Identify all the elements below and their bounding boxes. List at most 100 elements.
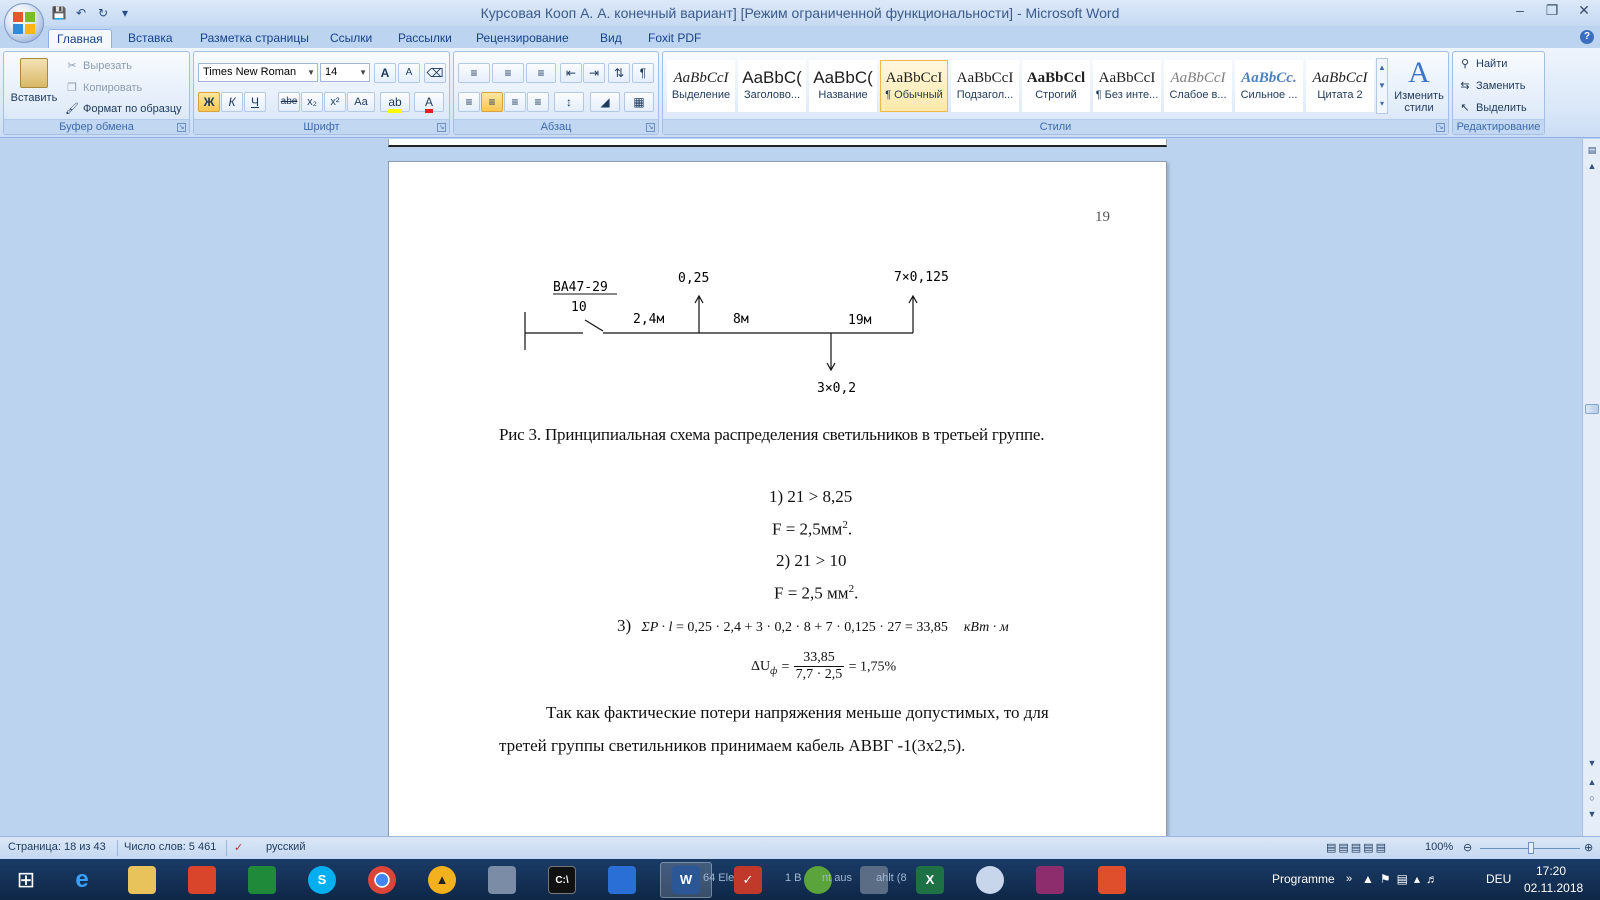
- style-no-spacing[interactable]: AaBbCcI ¶ Без инте...: [1093, 60, 1161, 112]
- multilevel-list-button[interactable]: ≡: [526, 63, 556, 83]
- replace-button[interactable]: ⇆ Заменить: [1457, 76, 1525, 96]
- taskbar-app-19[interactable]: [1086, 862, 1138, 898]
- style-subtle-emphasis[interactable]: AaBbCcI Слабое в...: [1164, 60, 1232, 112]
- style-emphasis[interactable]: AaBbCcI Выделение: [667, 60, 735, 112]
- format-painter-button[interactable]: 🖌 Формат по образцу: [64, 99, 182, 119]
- taskbar-app-13[interactable]: ✓: [722, 862, 774, 898]
- style-heading[interactable]: AaBbC(Заголово...: [738, 60, 806, 112]
- style-intense-emphasis[interactable]: AaBbCc. Сильное ...: [1235, 60, 1303, 112]
- taskbar-app-8[interactable]: ▲: [416, 862, 468, 898]
- taskbar-explorer[interactable]: [116, 862, 168, 898]
- taskbar-app-4[interactable]: [176, 862, 228, 898]
- style-quote-2[interactable]: AaBbCcI Цитата 2: [1306, 60, 1374, 112]
- superscript-button[interactable]: x²: [324, 92, 346, 112]
- taskbar-winrar[interactable]: [1024, 862, 1076, 898]
- taskbar-ie[interactable]: e: [56, 862, 108, 898]
- close-button[interactable]: ✕: [1568, 0, 1600, 22]
- numbering-button[interactable]: ≡: [492, 63, 524, 83]
- tray-time[interactable]: 17:20: [1536, 864, 1566, 878]
- bullets-button[interactable]: ≡: [458, 63, 490, 83]
- vertical-scrollbar[interactable]: ▤ ▲ ▼ ▲ ○ ▼: [1582, 139, 1600, 836]
- clipboard-launcher-icon[interactable]: ↘: [177, 123, 186, 132]
- tab-view[interactable]: Вид: [592, 29, 630, 48]
- tab-foxit-pdf[interactable]: Foxit PDF: [640, 29, 709, 48]
- increase-indent-button[interactable]: ⇥: [583, 63, 605, 83]
- help-icon[interactable]: ?: [1580, 30, 1594, 44]
- underline-button[interactable]: Ч: [244, 92, 266, 112]
- taskbar-paint[interactable]: [964, 862, 1016, 898]
- italic-button[interactable]: К: [221, 92, 243, 112]
- minimize-button[interactable]: –: [1504, 0, 1536, 22]
- subscript-button[interactable]: x₂: [301, 92, 323, 112]
- change-case-button[interactable]: Аа: [347, 92, 375, 112]
- style-normal[interactable]: AaBbCcI ¶ Обычный: [880, 60, 948, 112]
- tab-references[interactable]: Ссылки: [322, 29, 380, 48]
- save-icon[interactable]: 💾: [50, 4, 68, 22]
- font-size-combo[interactable]: 14 ▼: [320, 63, 370, 82]
- chevron-down-icon[interactable]: ▾: [116, 4, 134, 22]
- undo-icon[interactable]: ↶: [72, 4, 90, 22]
- taskbar-app-5[interactable]: [236, 862, 288, 898]
- bold-button[interactable]: Ж: [198, 92, 220, 112]
- ruler-toggle-icon[interactable]: ▤: [1585, 143, 1599, 157]
- taskbar-app-9[interactable]: [476, 862, 528, 898]
- decrease-indent-button[interactable]: ⇤: [560, 63, 582, 83]
- tray-icons[interactable]: ▲⚑▤▴♬: [1362, 859, 1444, 900]
- taskbar-excel[interactable]: X: [904, 862, 956, 898]
- scroll-thumb[interactable]: [1585, 404, 1599, 414]
- show-marks-button[interactable]: ¶: [632, 63, 654, 83]
- align-right-button[interactable]: ≡: [504, 92, 526, 112]
- scroll-up-icon[interactable]: ▲: [1585, 159, 1599, 173]
- office-button[interactable]: [4, 3, 44, 43]
- font-launcher-icon[interactable]: ↘: [437, 123, 446, 132]
- style-title[interactable]: AaBbC(Название: [809, 60, 877, 112]
- style-subtitle[interactable]: AaBbCcI Подзагол...: [951, 60, 1019, 112]
- tray-programs-label[interactable]: Programme: [1272, 859, 1335, 900]
- word-count[interactable]: Число слов: 5 461: [124, 841, 216, 853]
- tab-insert[interactable]: Вставка: [120, 29, 181, 48]
- language-indicator[interactable]: русский: [266, 841, 305, 853]
- styles-launcher-icon[interactable]: ↘: [1436, 123, 1445, 132]
- zoom-in-icon[interactable]: ⊕: [1584, 841, 1593, 854]
- paragraph-launcher-icon[interactable]: ↘: [646, 123, 655, 132]
- tab-review[interactable]: Рецензирование: [468, 29, 577, 48]
- maximize-button[interactable]: ❐: [1536, 0, 1568, 22]
- styles-scroll[interactable]: ▲ ▼ ▾: [1376, 58, 1388, 114]
- page-indicator[interactable]: Страница: 18 из 43: [8, 841, 106, 853]
- previous-page-icon[interactable]: ▲: [1585, 775, 1599, 789]
- scroll-down-icon[interactable]: ▼: [1585, 756, 1599, 770]
- spellcheck-icon[interactable]: ✓: [234, 841, 243, 854]
- line-spacing-button[interactable]: ↕: [554, 92, 584, 112]
- taskbar-skype[interactable]: S: [296, 862, 348, 898]
- browse-object-icon[interactable]: ○: [1585, 791, 1599, 805]
- tray-expand-icon[interactable]: »: [1346, 859, 1352, 900]
- align-left-button[interactable]: ≡: [458, 92, 480, 112]
- tab-mailings[interactable]: Рассылки: [390, 29, 460, 48]
- find-button[interactable]: ⚲ Найти: [1457, 54, 1507, 74]
- taskbar-app-11[interactable]: [596, 862, 648, 898]
- next-page-icon[interactable]: ▼: [1585, 807, 1599, 821]
- justify-button[interactable]: ≡: [527, 92, 549, 112]
- tab-page-layout[interactable]: Разметка страницы: [192, 29, 317, 48]
- select-button[interactable]: ↖ Выделить: [1457, 98, 1526, 118]
- taskbar-chrome[interactable]: [356, 862, 408, 898]
- tray-language[interactable]: DEU: [1486, 859, 1511, 900]
- copy-button[interactable]: ❐ Копировать: [64, 78, 142, 98]
- shading-button[interactable]: ◢: [590, 92, 620, 112]
- highlight-button[interactable]: ab: [380, 92, 410, 113]
- shrink-font-button[interactable]: A: [398, 63, 420, 83]
- document-page[interactable]: 19 ВА47-29 10 0,25 7×0,125 3×0,2 2,4м 8м…: [388, 161, 1167, 836]
- document-area[interactable]: 19 ВА47-29 10 0,25 7×0,125 3×0,2 2,4м 8м…: [0, 139, 1582, 836]
- font-color-button[interactable]: A: [414, 92, 444, 113]
- taskbar-cmd[interactable]: C:\: [536, 862, 588, 898]
- cut-button[interactable]: ✂ Вырезать: [64, 56, 132, 76]
- grow-font-button[interactable]: A: [374, 63, 396, 83]
- change-styles-button[interactable]: A Изменить стили: [1391, 56, 1447, 118]
- sort-button[interactable]: ⇅: [608, 63, 630, 83]
- zoom-out-icon[interactable]: ⊖: [1463, 841, 1472, 854]
- align-center-button[interactable]: ≡: [481, 92, 503, 112]
- zoom-slider-thumb[interactable]: [1528, 842, 1534, 854]
- tab-home[interactable]: Главная: [48, 29, 112, 48]
- borders-button[interactable]: ▦: [624, 92, 654, 112]
- view-buttons[interactable]: ▤▤▤▤▤: [1326, 841, 1388, 854]
